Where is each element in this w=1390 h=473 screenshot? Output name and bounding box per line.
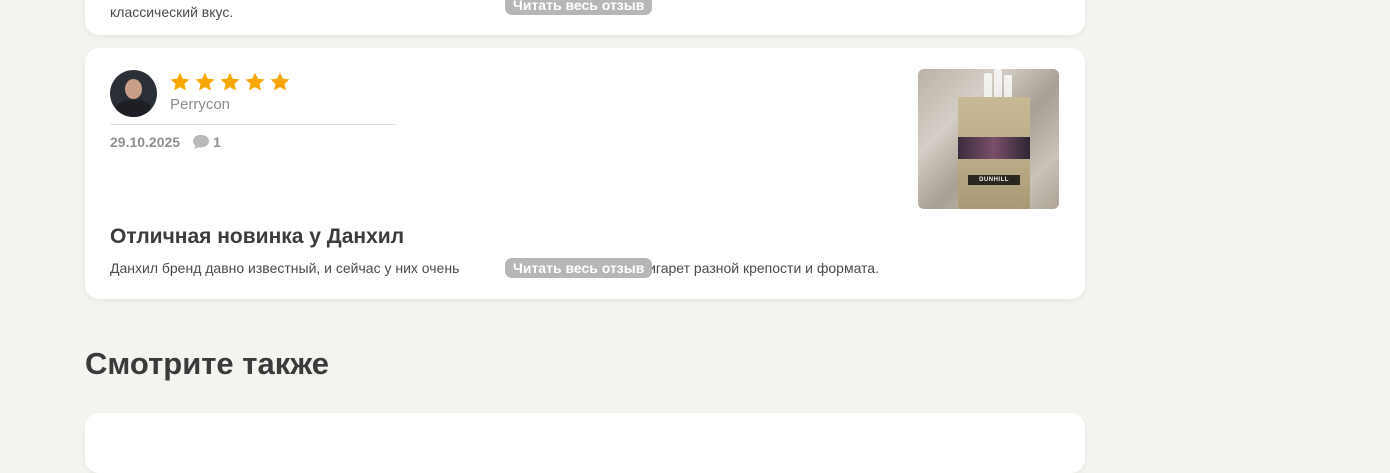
avatar-body-shape [116, 100, 151, 117]
see-also-card[interactable] [85, 413, 1085, 473]
review-excerpt: Данхил бренд давно известный, и сейчас у… [110, 260, 879, 276]
review-title[interactable]: Отличная новинка у Данхил [110, 225, 404, 249]
avatar-head-shape [125, 79, 142, 99]
review-date: 29.10.2025 [110, 134, 181, 150]
cigarette-pack-shape: DUNHILL [958, 97, 1030, 209]
author-username[interactable]: Perrycon [170, 96, 230, 113]
comments-link[interactable]: 1 [192, 134, 221, 150]
star-icon [170, 72, 190, 91]
rating-stars [169, 71, 291, 93]
star-icon [270, 72, 290, 91]
review-excerpt-start: Данхил бренд давно известный, и сейчас у… [110, 260, 460, 276]
star-icon [195, 72, 215, 91]
comments-count: 1 [213, 134, 221, 150]
star-icon [245, 72, 265, 91]
read-full-review-button[interactable]: Читать весь отзыв [505, 0, 653, 15]
see-also-heading: Смотрите также [85, 346, 330, 381]
previous-review-card: классический вкус. Читать весь отзыв [85, 0, 1085, 35]
pack-brand-label: DUNHILL [968, 175, 1020, 185]
review-text-tail: классический вкус. [110, 4, 234, 20]
avatar[interactable] [110, 70, 157, 117]
read-full-review-button[interactable]: Читать весь отзыв [505, 258, 653, 278]
review-excerpt-end: й сигарет разной крепости и формата. [629, 260, 879, 276]
review-card: Perrycon 29.10.2025 1 DUNHILL Отличная н… [85, 48, 1085, 299]
star-icon [220, 72, 240, 91]
review-photo[interactable]: DUNHILL [918, 69, 1059, 209]
review-meta: 29.10.2025 1 [110, 134, 221, 150]
divider [110, 124, 395, 125]
pack-warning-band [958, 137, 1030, 159]
comment-bubble-icon [193, 134, 210, 150]
